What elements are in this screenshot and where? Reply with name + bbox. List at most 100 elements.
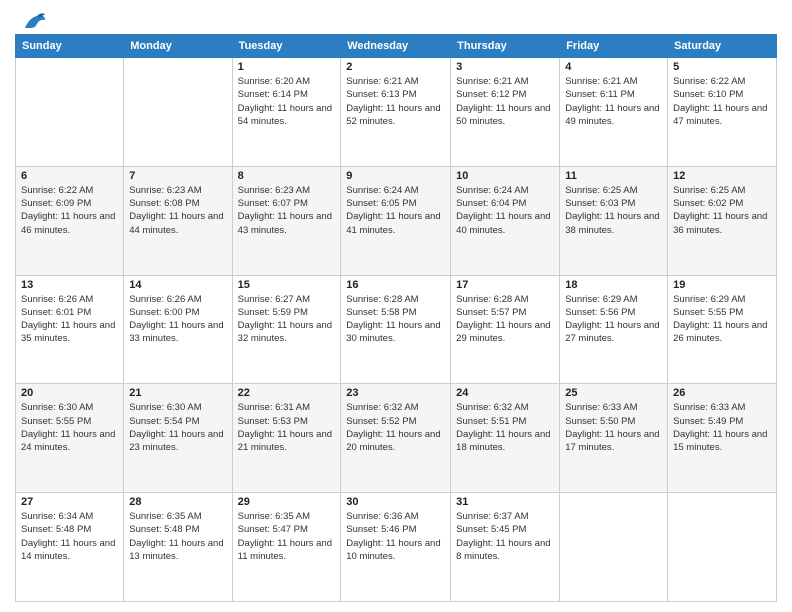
calendar-cell: 28Sunrise: 6:35 AMSunset: 5:48 PMDayligh… [124,493,232,602]
day-number: 4 [565,61,662,73]
logo-bird-icon [17,10,47,32]
day-info: Sunrise: 6:23 AMSunset: 6:07 PMDaylight:… [238,184,336,237]
day-info: Sunrise: 6:30 AMSunset: 5:55 PMDaylight:… [21,401,118,454]
day-info: Sunrise: 6:27 AMSunset: 5:59 PMDaylight:… [238,293,336,346]
weekday-header-cell: Friday [560,35,668,58]
day-number: 22 [238,387,336,399]
calendar-week-row: 13 Sunrise: 6:26 AMSunset: 6:01 PMDayligh… [16,275,777,384]
calendar-cell: 20 Sunrise: 6:30 AMSunset: 5:55 PMDayligh… [16,384,124,493]
day-info: Sunrise: 6:28 AMSunset: 5:57 PMDaylight:… [456,293,554,346]
calendar-cell: 29 Sunrise: 6:35 AMSunset: 5:47 PMDayligh… [232,493,341,602]
weekday-header-cell: Monday [124,35,232,58]
calendar-cell: 25 Sunrise: 6:33 AMSunset: 5:50 PMDayligh… [560,384,668,493]
day-number: 25 [565,387,662,399]
day-info: Sunrise: 6:22 AMSunset: 6:09 PMDaylight:… [21,184,118,237]
day-number: 8 [238,170,336,182]
day-info: Sunrise: 6:21 AMSunset: 6:12 PMDaylight:… [456,75,554,128]
calendar-cell: 4 Sunrise: 6:21 AMSunset: 6:11 PMDaylight… [560,58,668,167]
day-number: 7 [129,170,226,182]
day-number: 31 [456,496,554,508]
weekday-header-cell: Sunday [16,35,124,58]
calendar-cell [560,493,668,602]
day-info: Sunrise: 6:32 AMSunset: 5:52 PMDaylight:… [346,401,445,454]
calendar-cell: 10 Sunrise: 6:24 AMSunset: 6:04 PMDayligh… [451,166,560,275]
day-info: Sunrise: 6:35 AMSunset: 5:48 PMDaylight:… [129,510,226,563]
day-info: Sunrise: 6:31 AMSunset: 5:53 PMDaylight:… [238,401,336,454]
calendar-cell: 16Sunrise: 6:28 AMSunset: 5:58 PMDayligh… [341,275,451,384]
day-number: 2 [346,61,445,73]
page: SundayMondayTuesdayWednesdayThursdayFrid… [0,0,792,612]
calendar-cell: 19 Sunrise: 6:29 AMSunset: 5:55 PMDayligh… [668,275,777,384]
day-info: Sunrise: 6:23 AMSunset: 6:08 PMDaylight:… [129,184,226,237]
day-number: 5 [673,61,771,73]
day-number: 11 [565,170,662,182]
calendar-cell: 12Sunrise: 6:25 AMSunset: 6:02 PMDayligh… [668,166,777,275]
day-number: 1 [238,61,336,73]
day-info: Sunrise: 6:34 AMSunset: 5:48 PMDaylight:… [21,510,118,563]
day-number: 29 [238,496,336,508]
day-info: Sunrise: 6:24 AMSunset: 6:05 PMDaylight:… [346,184,445,237]
calendar-cell: 5 Sunrise: 6:22 AMSunset: 6:10 PMDaylight… [668,58,777,167]
calendar-cell: 23Sunrise: 6:32 AMSunset: 5:52 PMDayligh… [341,384,451,493]
day-number: 24 [456,387,554,399]
day-info: Sunrise: 6:25 AMSunset: 6:03 PMDaylight:… [565,184,662,237]
day-info: Sunrise: 6:32 AMSunset: 5:51 PMDaylight:… [456,401,554,454]
weekday-header-cell: Wednesday [341,35,451,58]
day-number: 30 [346,496,445,508]
calendar-cell: 2 Sunrise: 6:21 AMSunset: 6:13 PMDaylight… [341,58,451,167]
day-info: Sunrise: 6:33 AMSunset: 5:49 PMDaylight:… [673,401,771,454]
day-info: Sunrise: 6:21 AMSunset: 6:13 PMDaylight:… [346,75,445,128]
calendar-cell: 6Sunrise: 6:22 AMSunset: 6:09 PMDaylight… [16,166,124,275]
calendar-cell: 30 Sunrise: 6:36 AMSunset: 5:46 PMDayligh… [341,493,451,602]
day-info: Sunrise: 6:37 AMSunset: 5:45 PMDaylight:… [456,510,554,563]
day-number: 20 [21,387,118,399]
day-info: Sunrise: 6:24 AMSunset: 6:04 PMDaylight:… [456,184,554,237]
day-info: Sunrise: 6:20 AMSunset: 6:14 PMDaylight:… [238,75,336,128]
calendar-cell: 8 Sunrise: 6:23 AMSunset: 6:07 PMDaylight… [232,166,341,275]
calendar-cell [16,58,124,167]
day-number: 13 [21,279,118,291]
calendar-week-row: 27 Sunrise: 6:34 AMSunset: 5:48 PMDayligh… [16,493,777,602]
day-info: Sunrise: 6:36 AMSunset: 5:46 PMDaylight:… [346,510,445,563]
weekday-header-row: SundayMondayTuesdayWednesdayThursdayFrid… [16,35,777,58]
day-info: Sunrise: 6:21 AMSunset: 6:11 PMDaylight:… [565,75,662,128]
calendar-cell: 18Sunrise: 6:29 AMSunset: 5:56 PMDayligh… [560,275,668,384]
day-number: 21 [129,387,226,399]
day-info: Sunrise: 6:35 AMSunset: 5:47 PMDaylight:… [238,510,336,563]
day-number: 15 [238,279,336,291]
day-number: 12 [673,170,771,182]
calendar-cell: 27 Sunrise: 6:34 AMSunset: 5:48 PMDayligh… [16,493,124,602]
day-number: 27 [21,496,118,508]
calendar-cell: 15 Sunrise: 6:27 AMSunset: 5:59 PMDayligh… [232,275,341,384]
calendar-cell: 22 Sunrise: 6:31 AMSunset: 5:53 PMDayligh… [232,384,341,493]
weekday-header-cell: Thursday [451,35,560,58]
calendar-cell: 7 Sunrise: 6:23 AMSunset: 6:08 PMDaylight… [124,166,232,275]
day-number: 19 [673,279,771,291]
calendar-table: SundayMondayTuesdayWednesdayThursdayFrid… [15,34,777,602]
calendar-cell: 1 Sunrise: 6:20 AMSunset: 6:14 PMDaylight… [232,58,341,167]
day-number: 17 [456,279,554,291]
calendar-week-row: 1 Sunrise: 6:20 AMSunset: 6:14 PMDaylight… [16,58,777,167]
calendar-cell [124,58,232,167]
day-info: Sunrise: 6:22 AMSunset: 6:10 PMDaylight:… [673,75,771,128]
day-info: Sunrise: 6:26 AMSunset: 6:01 PMDaylight:… [21,293,118,346]
calendar-cell: 31 Sunrise: 6:37 AMSunset: 5:45 PMDayligh… [451,493,560,602]
calendar-week-row: 6Sunrise: 6:22 AMSunset: 6:09 PMDaylight… [16,166,777,275]
day-info: Sunrise: 6:29 AMSunset: 5:55 PMDaylight:… [673,293,771,346]
calendar-cell: 13 Sunrise: 6:26 AMSunset: 6:01 PMDayligh… [16,275,124,384]
day-info: Sunrise: 6:29 AMSunset: 5:56 PMDaylight:… [565,293,662,346]
day-number: 14 [129,279,226,291]
calendar-cell: 3 Sunrise: 6:21 AMSunset: 6:12 PMDaylight… [451,58,560,167]
calendar-cell: 24 Sunrise: 6:32 AMSunset: 5:51 PMDayligh… [451,384,560,493]
day-number: 3 [456,61,554,73]
calendar-cell: 21Sunrise: 6:30 AMSunset: 5:54 PMDayligh… [124,384,232,493]
day-number: 10 [456,170,554,182]
calendar-cell: 14Sunrise: 6:26 AMSunset: 6:00 PMDayligh… [124,275,232,384]
day-number: 9 [346,170,445,182]
day-info: Sunrise: 6:33 AMSunset: 5:50 PMDaylight:… [565,401,662,454]
calendar-cell: 17 Sunrise: 6:28 AMSunset: 5:57 PMDayligh… [451,275,560,384]
day-number: 26 [673,387,771,399]
calendar-cell: 9 Sunrise: 6:24 AMSunset: 6:05 PMDaylight… [341,166,451,275]
day-info: Sunrise: 6:28 AMSunset: 5:58 PMDaylight:… [346,293,445,346]
header [15,10,777,28]
